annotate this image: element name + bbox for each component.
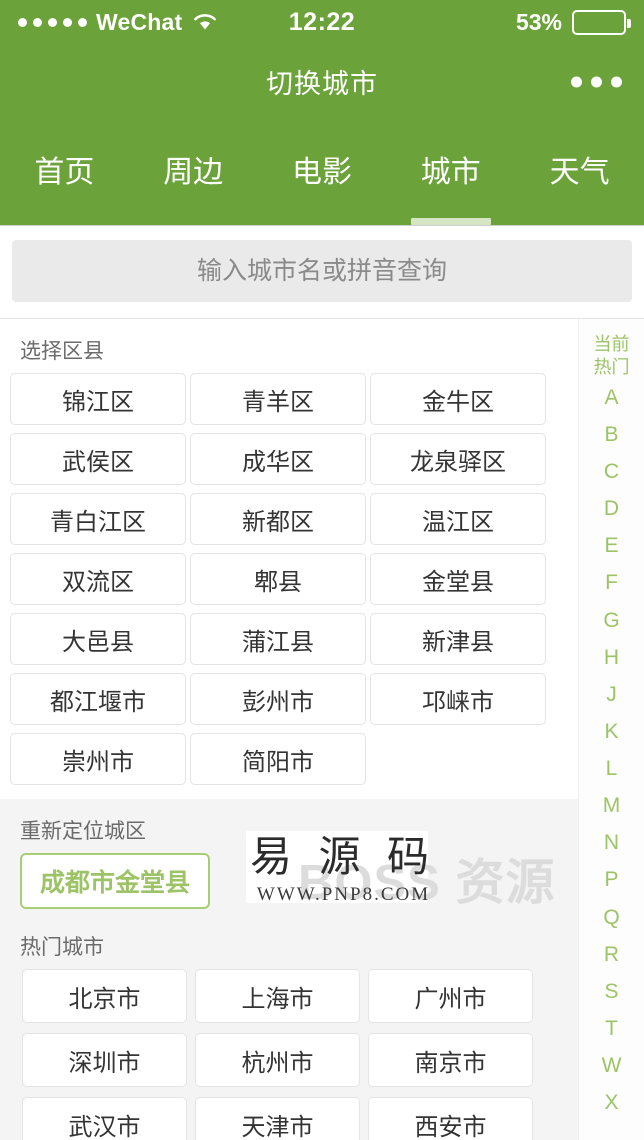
tab-label: 天气 bbox=[549, 156, 610, 189]
relocate-panel: 重新定位城区 成都市金堂县 热门城市 北京市 上海市 广州市深圳市 杭州市 南京市武汉市… bbox=[0, 799, 578, 1140]
index-rail-letter[interactable]: A bbox=[604, 379, 618, 416]
hot-city-cell[interactable]: 南京市 bbox=[368, 1033, 533, 1087]
index-rail-word[interactable]: 热门 bbox=[594, 356, 630, 379]
district-cell[interactable]: 蒲江县 bbox=[190, 613, 366, 665]
more-dots-icon[interactable] bbox=[571, 76, 622, 87]
district-cell[interactable]: 金堂县 bbox=[370, 553, 546, 605]
district-cell[interactable]: 都江堰市 bbox=[10, 673, 186, 725]
status-bar-right: 53% bbox=[515, 8, 631, 36]
district-cell[interactable]: 青白江区 bbox=[10, 493, 186, 545]
search-section bbox=[0, 226, 644, 319]
index-rail-letter[interactable]: J bbox=[606, 677, 617, 714]
district-cell[interactable]: 新津县 bbox=[370, 613, 546, 665]
tab-label: 城市 bbox=[420, 156, 481, 189]
hot-city-cell[interactable]: 北京市 bbox=[22, 969, 187, 1023]
district-cell[interactable]: 郫县 bbox=[190, 553, 366, 605]
district-cell[interactable]: 大邑县 bbox=[10, 613, 186, 665]
district-cell[interactable]: 邛崃市 bbox=[370, 673, 546, 725]
index-rail-letter[interactable]: D bbox=[604, 491, 619, 528]
tab-label: 首页 bbox=[34, 156, 95, 189]
district-cell[interactable]: 成华区 bbox=[190, 433, 366, 485]
index-rail-letter[interactable]: K bbox=[604, 714, 618, 751]
relocate-title: 重新定位城区 bbox=[20, 820, 146, 843]
battery-percent-label: 53% bbox=[515, 8, 562, 35]
hot-cities-grid: 北京市 上海市 广州市深圳市 杭州市 南京市武汉市 天津市 西安市 bbox=[0, 969, 578, 1140]
index-rail-letter[interactable]: R bbox=[604, 937, 619, 974]
tab-3[interactable]: 城市 bbox=[386, 119, 515, 225]
index-rail-letter[interactable]: F bbox=[605, 565, 618, 602]
hot-city-cell[interactable]: 武汉市 bbox=[22, 1097, 187, 1140]
index-rail-letter[interactable]: Q bbox=[603, 899, 619, 936]
app-screen: WeChat 12:22 53% 切换城市 首页 周边 电影 城市 天气 输入城… bbox=[0, 0, 644, 1140]
district-cell[interactable]: 温江区 bbox=[370, 493, 546, 545]
hot-city-cell[interactable]: 深圳市 bbox=[22, 1033, 187, 1087]
index-rail-letter[interactable]: H bbox=[604, 639, 619, 676]
hot-city-cell[interactable]: 杭州市 bbox=[195, 1033, 360, 1087]
index-rail-letter[interactable]: W bbox=[602, 1048, 622, 1085]
tab-1[interactable]: 周边 bbox=[129, 119, 258, 225]
districts-title: 选择区县 bbox=[20, 340, 104, 363]
title-bar: 切换城市 bbox=[0, 44, 644, 119]
tab-2[interactable]: 电影 bbox=[258, 119, 387, 225]
districts-grid: 锦江区 青羊区 金牛区武侯区 成华区 龙泉驿区青白江区 新都区 温江区双流区 郫县 金堂县大邑县… bbox=[0, 373, 578, 799]
index-rail-letter[interactable]: M bbox=[603, 788, 621, 825]
index-rail-letter[interactable]: N bbox=[604, 825, 619, 862]
index-rail-letter[interactable]: E bbox=[604, 528, 618, 565]
district-cell[interactable]: 龙泉驿区 bbox=[370, 433, 546, 485]
district-cell[interactable]: 青羊区 bbox=[190, 373, 366, 425]
city-list-content: 选择区县 锦江区 青羊区 金牛区武侯区 成华区 龙泉驿区青白江区 新都区 温江区双流区 郫县金… bbox=[0, 319, 578, 1140]
tab-4[interactable]: 天气 bbox=[515, 119, 644, 225]
hot-city-cell[interactable]: 广州市 bbox=[368, 969, 533, 1023]
battery-icon bbox=[572, 9, 631, 35]
hot-city-cell[interactable]: 天津市 bbox=[195, 1097, 360, 1140]
relocate-city-button[interactable]: 成都市金堂县 bbox=[20, 853, 211, 909]
index-rail-letter[interactable]: L bbox=[606, 751, 618, 788]
main-body: 选择区县 锦江区 青羊区 金牛区武侯区 成华区 龙泉驿区青白江区 新都区 温江区双流区 郫县金… bbox=[0, 319, 644, 1140]
index-rail-letter[interactable]: G bbox=[603, 602, 619, 639]
page-title: 切换城市 bbox=[266, 69, 378, 99]
hot-city-cell[interactable]: 西安市 bbox=[368, 1097, 533, 1140]
tab-label: 周边 bbox=[163, 156, 224, 189]
district-cell[interactable]: 简阳市 bbox=[190, 733, 366, 785]
district-cell[interactable]: 金牛区 bbox=[370, 373, 546, 425]
tab-active-underline bbox=[410, 218, 491, 225]
search-input[interactable] bbox=[12, 240, 632, 302]
district-cell[interactable]: 锦江区 bbox=[10, 373, 186, 425]
district-cell[interactable]: 彭州市 bbox=[190, 673, 366, 725]
tab-bar: 首页 周边 电影 城市 天气 bbox=[0, 119, 644, 226]
index-rail-letter[interactable]: C bbox=[604, 454, 619, 491]
index-rail-word[interactable]: 当前 bbox=[594, 333, 630, 356]
index-rail-letter[interactable]: T bbox=[605, 1011, 618, 1048]
hot-city-cell[interactable]: 上海市 bbox=[195, 969, 360, 1023]
district-cell[interactable]: 双流区 bbox=[10, 553, 186, 605]
hot-cities-title: 热门城市 bbox=[20, 936, 104, 959]
district-cell[interactable]: 新都区 bbox=[190, 493, 366, 545]
alphabet-index-rail[interactable]: 当前 热门 A B C D E F G H J K L M N P Q R S T W X bbox=[578, 319, 644, 1140]
index-rail-letter[interactable]: X bbox=[604, 1085, 618, 1122]
index-rail-letter[interactable]: B bbox=[604, 417, 618, 454]
status-bar: WeChat 12:22 53% bbox=[0, 0, 644, 44]
districts-panel: 选择区县 锦江区 青羊区 金牛区武侯区 成华区 龙泉驿区青白江区 新都区 温江区双流区 郫县金… bbox=[0, 319, 578, 799]
tab-0[interactable]: 首页 bbox=[0, 119, 129, 225]
index-rail-letter[interactable]: S bbox=[604, 974, 618, 1011]
district-cell[interactable]: 武侯区 bbox=[10, 433, 186, 485]
index-rail-letter[interactable]: P bbox=[604, 862, 618, 899]
tab-label: 电影 bbox=[291, 156, 352, 189]
district-cell[interactable]: 崇州市 bbox=[10, 733, 186, 785]
